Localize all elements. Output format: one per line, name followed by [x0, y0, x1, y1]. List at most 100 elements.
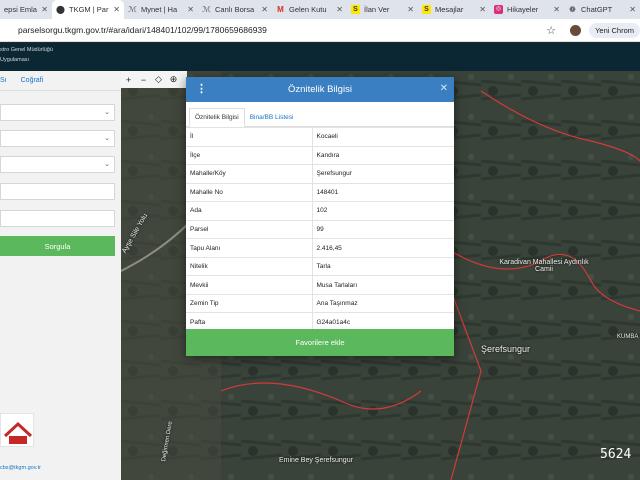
province-select[interactable]: ⌄ — [0, 104, 115, 121]
tab-label: İlan Ver — [364, 5, 390, 14]
browser-tab-mynet[interactable]: ℳ Mynet | Ha ✕ — [124, 0, 198, 19]
address-bar: parselsorgu.tkgm.gov.tr/#ara/idari/14840… — [0, 19, 640, 42]
row-key: Mevkii — [186, 275, 313, 295]
browser-tab-ilan[interactable]: S İlan Ver ✕ — [347, 0, 418, 19]
new-chrome-button[interactable]: Yeni Chrom — [589, 22, 640, 38]
row-value: Ana Taşınmaz — [312, 293, 454, 313]
table-row: İlçe Kandıra — [186, 145, 454, 165]
zoom-in-icon[interactable]: + — [121, 75, 136, 85]
profile-avatar[interactable] — [570, 24, 582, 36]
row-value: Kandıra — [312, 145, 454, 165]
search-panel: Sı Coğrafi ⌄ ⌄ ⌄ Sorgula cbs@tkgm.gov.tr — [0, 71, 121, 480]
row-value: Şerefsungur — [312, 164, 454, 184]
row-value: 102 — [312, 201, 454, 221]
chevron-down-icon: ⌄ — [104, 109, 110, 116]
map-label-village: Şerefsungur — [481, 344, 531, 354]
close-icon[interactable]: ✕ — [553, 5, 560, 14]
browser-tab-borsa[interactable]: ℳ Canlı Borsa ✕ — [198, 0, 272, 19]
app-header-subtitle: Uygulaması — [0, 57, 30, 63]
close-icon[interactable]: ✕ — [113, 5, 120, 14]
fullscreen-icon[interactable]: ◇ — [151, 74, 166, 85]
table-row: Ada 102 — [186, 201, 454, 221]
map-label-right: KUMBA — [617, 334, 639, 340]
row-value: 2.416,45 — [312, 238, 454, 258]
row-value: Tarla — [312, 256, 454, 276]
location-pin-icon: ⬤ — [56, 5, 65, 14]
tab-geographic[interactable]: Coğrafi — [21, 77, 44, 84]
gmail-icon: M — [277, 5, 284, 14]
dialog-header: ⋮ Öznitelik Bilgisi ✕ — [186, 77, 454, 102]
locate-icon[interactable]: ⊕ — [166, 74, 181, 85]
chevron-down-icon: ⌄ — [104, 161, 110, 168]
table-row: Parsel 99 — [186, 219, 454, 239]
app-header: stro Genel Müdürlüğü Uygulaması — [0, 43, 640, 71]
tab-label: Mynet | Ha — [141, 5, 178, 14]
browser-tab-bar: epsi Emla ✕ ⬤ TKGM | Par ✕ ℳ Mynet | Ha … — [0, 0, 640, 19]
close-icon[interactable]: ✕ — [479, 5, 486, 14]
table-row: Mahalle/Köy Şerefsungur — [186, 164, 454, 184]
row-value: 148401 — [312, 182, 454, 202]
tab-administrative[interactable]: Sı — [0, 77, 7, 84]
close-icon[interactable]: ✕ — [187, 5, 194, 14]
tab-label: Gelen Kutu — [289, 5, 327, 14]
close-icon[interactable]: ✕ — [336, 5, 343, 14]
parcel-input[interactable] — [0, 210, 115, 227]
browser-tab-gmail[interactable]: M Gelen Kutu ✕ — [272, 0, 347, 19]
district-select[interactable]: ⌄ — [0, 130, 115, 147]
app-header-title: stro Genel Müdürlüğü — [0, 47, 53, 53]
tab-label: TKGM | Par — [69, 5, 109, 14]
neighborhood-select[interactable]: ⌄ — [0, 156, 115, 173]
row-key: Parsel — [186, 219, 313, 239]
close-icon[interactable]: ✕ — [629, 5, 636, 14]
tab-label: epsi Emla — [4, 5, 37, 14]
browser-tab-chatgpt[interactable]: ❁ ChatGPT ✕ — [564, 0, 640, 19]
bookmark-star-icon[interactable]: ☆ — [546, 24, 556, 37]
browser-tab-emlak[interactable]: epsi Emla ✕ — [0, 0, 52, 19]
row-key: Tapu Alanı — [186, 238, 313, 258]
row-value: 99 — [312, 219, 454, 239]
row-value: Kocaeli — [312, 127, 454, 147]
table-row: Zemin Tip Ana Taşınmaz — [186, 293, 454, 313]
browser-tab-mesajlar[interactable]: S Mesajlar ✕ — [418, 0, 490, 19]
zoom-out-icon[interactable]: − — [136, 75, 151, 85]
table-row: İl Kocaeli — [186, 127, 454, 147]
close-icon[interactable]: ✕ — [41, 5, 48, 14]
row-key: Mahalle/Köy — [186, 164, 313, 184]
browser-tab-instagram[interactable]: ◎ Hikayeler ✕ — [490, 0, 564, 19]
row-key: İl — [186, 127, 313, 147]
query-button[interactable]: Sorgula — [0, 236, 115, 256]
url-field[interactable]: parselsorgu.tkgm.gov.tr/#ara/idari/14840… — [18, 25, 546, 35]
tab-attributes[interactable]: Öznitelik Bilgisi — [189, 108, 245, 127]
browser-tab-tkgm[interactable]: ⬤ TKGM | Par ✕ — [52, 0, 124, 19]
attribute-table: İl Kocaeli İlçe Kandıra Mahalle/Köy Şerefsu… — [186, 127, 454, 332]
tkgm-logo — [0, 413, 34, 447]
contact-email[interactable]: cbs@tkgm.gov.tr — [0, 465, 41, 471]
tab-label: Hikayeler — [507, 5, 539, 14]
tab-building-list[interactable]: Bina/BB Listesi — [245, 109, 299, 126]
dialog-title: Öznitelik Bilgisi — [288, 84, 352, 95]
row-key: İlçe — [186, 145, 313, 165]
sahibinden-icon: S — [422, 5, 431, 14]
mynet-icon: ℳ — [202, 5, 211, 14]
chatgpt-icon: ❁ — [569, 5, 576, 14]
dialog-tabs: Öznitelik Bilgisi Bina/BB Listesi — [186, 102, 454, 127]
chevron-down-icon: ⌄ — [104, 135, 110, 142]
row-key: Mahalle No — [186, 182, 313, 202]
row-key: Zemin Tip — [186, 293, 313, 313]
instagram-icon: ◎ — [494, 5, 503, 14]
row-key: Ada — [186, 201, 313, 221]
scale-readout: 5624 — [600, 447, 632, 462]
close-icon[interactable]: ✕ — [440, 83, 448, 94]
row-value: Musa Tarlaları — [312, 275, 454, 295]
table-row: Nitelik Tarla — [186, 256, 454, 276]
mynet-icon: ℳ — [128, 5, 137, 14]
sahibinden-icon: S — [351, 5, 360, 14]
close-icon[interactable]: ✕ — [261, 5, 268, 14]
row-key: Nitelik — [186, 256, 313, 276]
close-icon[interactable]: ✕ — [407, 5, 414, 14]
block-input[interactable] — [0, 183, 115, 200]
table-row: Tapu Alanı 2.416,45 — [186, 238, 454, 258]
map-toolbar: + − ◇ ⊕ — [121, 71, 187, 88]
tab-label: ChatGPT — [581, 5, 613, 14]
add-to-favorites-button[interactable]: Favorilere ekle — [186, 329, 454, 356]
